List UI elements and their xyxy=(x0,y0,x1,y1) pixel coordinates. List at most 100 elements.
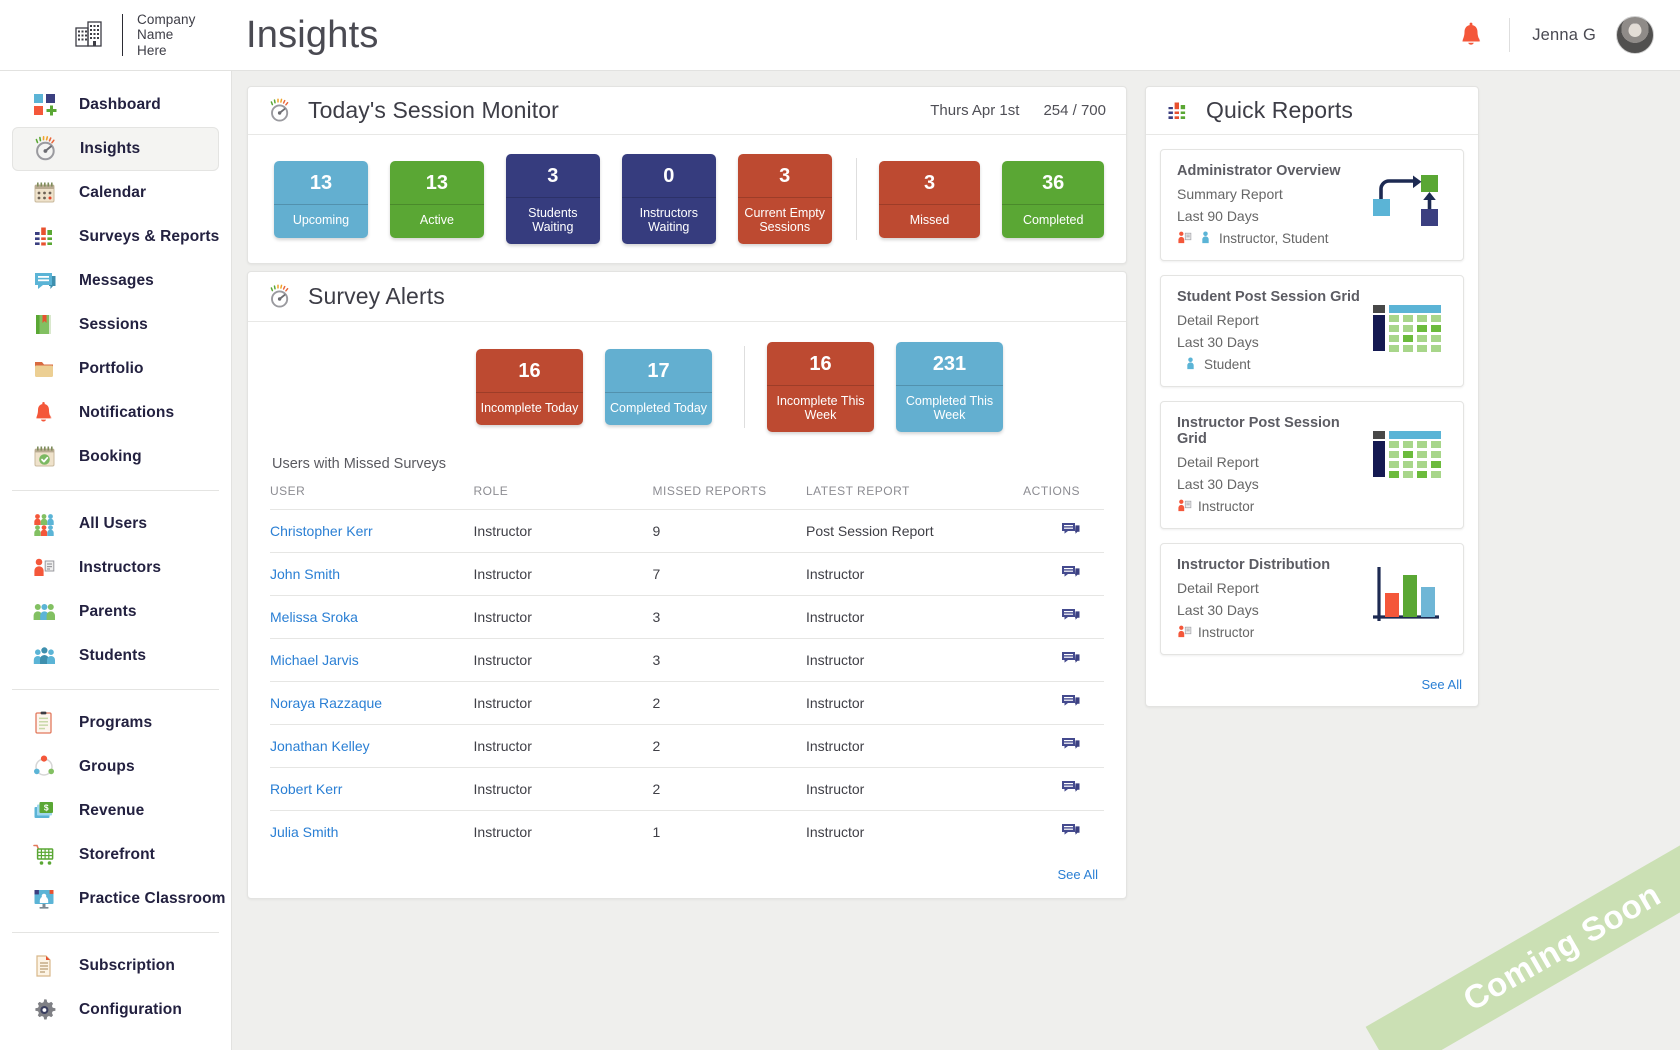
message-icon[interactable] xyxy=(1062,695,1080,712)
tile-label: Completed This Week xyxy=(896,385,1003,432)
student-icon xyxy=(1183,356,1198,372)
gauge-icon xyxy=(268,98,294,124)
sidebar-item-groups[interactable]: Groups xyxy=(12,745,219,789)
sidebar-item-all-users[interactable]: All Users xyxy=(12,502,219,546)
user-link[interactable]: Robert Kerr xyxy=(270,781,342,797)
message-icon[interactable] xyxy=(1062,523,1080,540)
tile-current-empty-sessions[interactable]: 3 Current Empty Sessions xyxy=(737,154,832,244)
column-header-role: ROLE xyxy=(473,484,509,498)
svg-text:$: $ xyxy=(44,802,49,812)
sidebar-item-portfolio[interactable]: Portfolio xyxy=(12,347,219,391)
cell-role: Instructor xyxy=(473,781,532,797)
user-link[interactable]: Michael Jarvis xyxy=(270,652,359,668)
cell-latest: Instructor xyxy=(805,609,865,625)
user-link[interactable]: Noraya Razzaque xyxy=(270,695,382,711)
tile-instructors-waiting[interactable]: 0 Instructors Waiting xyxy=(621,154,716,244)
sidebar-item-calendar[interactable]: Calendar xyxy=(12,171,219,215)
sidebar-item-programs[interactable]: Programs xyxy=(12,701,219,745)
message-icon[interactable] xyxy=(1062,566,1080,583)
tile-completed[interactable]: 36 Completed xyxy=(1002,160,1105,238)
column-header-missed: MISSED REPORTS xyxy=(652,484,767,498)
table-row: Michael Jarvis Instructor 3 Instructor xyxy=(270,638,1104,682)
sidebar-label: Surveys & Reports xyxy=(79,228,220,245)
sidebar-item-dashboard[interactable]: Dashboard xyxy=(12,83,219,127)
sidebar-item-insights[interactable]: Insights xyxy=(12,127,219,171)
cell-actions xyxy=(1023,553,1104,596)
sidebar-item-parents[interactable]: Parents xyxy=(12,590,219,634)
tile-label: Completed Today xyxy=(605,392,712,425)
monitor-person-icon xyxy=(32,886,62,912)
tile-label: Active xyxy=(389,203,484,238)
user-name[interactable]: Jenna G xyxy=(1532,26,1596,45)
sidebar-item-storefront[interactable]: Storefront xyxy=(12,833,219,877)
cell-role: Instructor xyxy=(473,824,532,840)
sidebar-item-instructors[interactable]: Instructors xyxy=(12,546,219,590)
message-icon[interactable] xyxy=(1062,652,1080,669)
tile-label: Incomplete Today xyxy=(476,392,583,425)
report-roles: Instructor xyxy=(1177,498,1369,514)
sidebar-item-practice-classroom[interactable]: Practice Classroom xyxy=(12,877,225,921)
report-range: Last 90 Days xyxy=(1177,208,1259,224)
sidebar-item-booking[interactable]: Booking xyxy=(12,435,219,479)
sidebar-item-configuration[interactable]: Configuration xyxy=(12,988,219,1032)
user-link[interactable]: Christopher Kerr xyxy=(270,523,373,539)
tile-completed-today[interactable]: 17 Completed Today xyxy=(605,349,712,425)
top-bar-right: Jenna G xyxy=(1451,0,1680,71)
user-link[interactable]: Julia Smith xyxy=(270,824,338,840)
report-roles: Instructor xyxy=(1177,624,1369,640)
users-group-icon xyxy=(32,511,62,537)
quick-reports-see-all-link[interactable]: See All xyxy=(1146,675,1478,706)
sidebar-item-subscription[interactable]: Subscription xyxy=(12,944,219,988)
gear-icon xyxy=(32,997,62,1023)
user-link[interactable]: John Smith xyxy=(270,566,340,582)
survey-alerts-see-all-link[interactable]: See All xyxy=(248,853,1126,898)
sidebar-label: Storefront xyxy=(79,846,155,863)
sidebar-label: Students xyxy=(79,647,147,664)
sidebar-item-surveys-reports[interactable]: Surveys & Reports xyxy=(12,215,219,259)
tile-missed[interactable]: 3 Missed xyxy=(878,160,981,238)
report-title: Student Post Session Grid xyxy=(1177,289,1360,305)
instructor-badge-icon xyxy=(32,555,62,581)
sidebar-label: Subscription xyxy=(79,957,175,974)
tile-incomplete-today[interactable]: 16 Incomplete Today xyxy=(476,349,583,425)
tile-value: 13 xyxy=(309,171,333,194)
notifications-bell-icon[interactable] xyxy=(1451,21,1491,49)
tile-students-waiting[interactable]: 3 Students Waiting xyxy=(505,154,600,244)
column-header-user: USER xyxy=(270,484,306,498)
quick-report-instructor-post-session-grid[interactable]: Instructor Post Session Grid Detail Repo… xyxy=(1160,401,1464,529)
message-icon[interactable] xyxy=(1062,738,1080,755)
user-link[interactable]: Melissa Sroka xyxy=(270,609,358,625)
message-icon[interactable] xyxy=(1062,609,1080,626)
tile-incomplete-this-week[interactable]: 16 Incomplete This Week xyxy=(767,342,874,432)
sidebar-label: Instructors xyxy=(79,559,162,576)
page-title: Insights xyxy=(246,13,379,56)
cell-missed: 2 xyxy=(652,695,661,711)
sidebar-label: Portfolio xyxy=(79,360,144,377)
message-icon[interactable] xyxy=(1062,781,1080,798)
tile-active[interactable]: 13 Active xyxy=(389,160,484,238)
session-monitor-card: Today's Session Monitor Thurs Apr 1st 25… xyxy=(247,86,1127,264)
session-monitor-title: Today's Session Monitor xyxy=(308,97,559,123)
sidebar-item-sessions[interactable]: Sessions xyxy=(12,303,219,347)
tile-value: 3 xyxy=(779,165,791,187)
tile-completed-this-week[interactable]: 231 Completed This Week xyxy=(896,342,1003,432)
sidebar-item-students[interactable]: Students xyxy=(12,634,219,678)
avatar[interactable] xyxy=(1616,16,1654,54)
sidebar-item-notifications[interactable]: Notifications xyxy=(12,391,219,435)
sidebar-item-revenue[interactable]: $ Revenue xyxy=(12,789,219,833)
quick-report-instructor-distribution[interactable]: Instructor Distribution Detail Report La… xyxy=(1160,543,1464,655)
sidebar-label: Dashboard xyxy=(79,96,161,113)
calendar-icon xyxy=(32,180,62,206)
user-link[interactable]: Jonathan Kelley xyxy=(270,738,370,754)
cell-latest: Post Session Report xyxy=(805,523,934,539)
shopping-cart-icon xyxy=(32,842,62,868)
message-icon[interactable] xyxy=(1062,824,1080,841)
cell-missed: 2 xyxy=(652,738,661,754)
quick-report-student-post-session-grid[interactable]: Student Post Session Grid Detail Report … xyxy=(1160,275,1464,387)
tile-value: 16 xyxy=(518,360,541,382)
tile-group-divider xyxy=(744,346,745,428)
report-type: Detail Report xyxy=(1177,580,1259,596)
tile-upcoming[interactable]: 13 Upcoming xyxy=(274,160,368,238)
quick-report-administrator-overview[interactable]: Administrator Overview Summary Report La… xyxy=(1160,149,1464,261)
sidebar-item-messages[interactable]: Messages xyxy=(12,259,219,303)
